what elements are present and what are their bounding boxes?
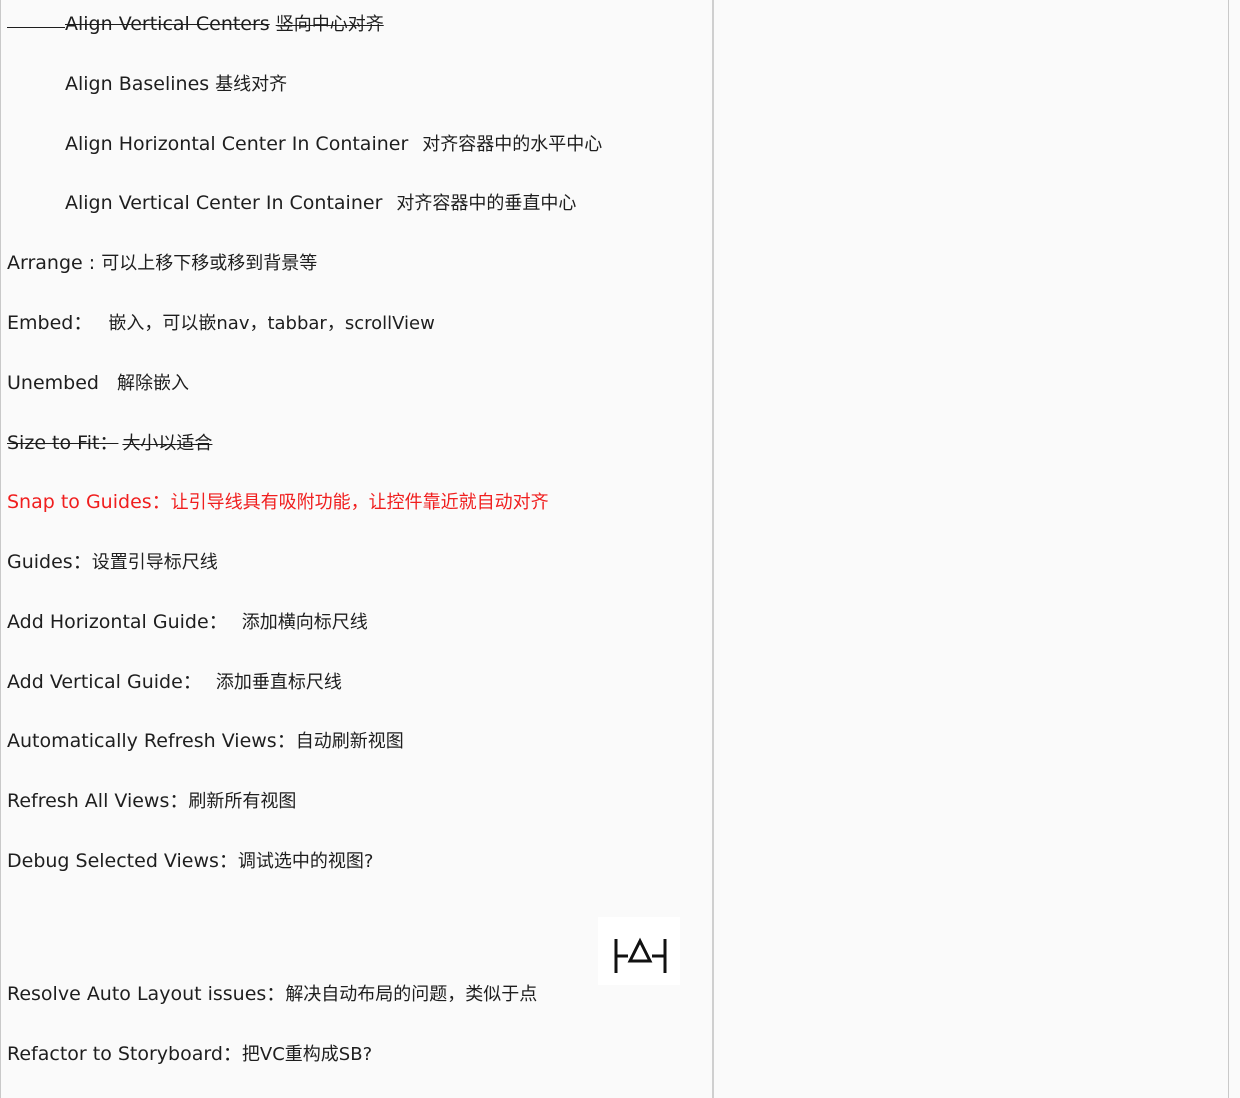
term-description: 基线对齐 [215,74,288,95]
menu-term: Debug Selected Views： [7,850,238,872]
note-line: Resolve Auto Layout issues：解决自动布局的问题，类似于… [7,981,537,1008]
note-line: Guides：设置引导标尺线 [7,549,218,576]
menu-term: Add Vertical Guide： [7,671,208,693]
column-divider [712,0,714,1098]
menu-term: Unembed [7,372,105,394]
term-description: 把VC重构成SB? [241,1044,373,1065]
term-description: 竖向中心对齐 [275,14,384,35]
menu-term: Align Vertical Centers [65,13,270,35]
menu-term: Embed： [7,312,99,334]
note-line: Add Horizontal Guide： 添加横向标尺线 [7,609,368,636]
resolve-auto-layout-issues-icon [598,917,680,985]
term-description: 刷新所有视图 [188,791,297,812]
term-description: 添加垂直标尺线 [215,672,342,693]
term-description: 可以上移下移或移到背景等 [101,253,318,274]
term-description: 让引导线具有吸附功能，让控件靠近就自动对齐 [170,492,549,513]
note-line: Unembed 解除嵌入 [7,370,189,397]
note-line-highlighted: Snap to Guides：让引导线具有吸附功能，让控件靠近就自动对齐 [7,489,549,516]
note-line: Align Vertical Centers 竖向中心对齐 [65,11,384,38]
note-line: Embed： 嵌入，可以嵌nav，tabbar，scrollView [7,310,435,337]
menu-term: Arrange : [7,252,102,274]
term-description: 调试选中的视图? [237,851,374,872]
menu-term: Align Vertical Center In Container [65,192,383,214]
menu-term: Snap to Guides： [7,491,171,513]
menu-term: Align Baselines [65,73,210,95]
note-line: Refresh All Views：刷新所有视图 [7,788,296,815]
document-page: Align Vertical Centers 竖向中心对齐 Align Basel… [0,0,1240,1098]
menu-term: Refactor to Storyboard： [7,1043,242,1065]
right-border [1228,0,1229,1098]
left-border [0,0,1,1098]
note-line: Size to Fit： 大小以适合 [7,430,212,457]
note-line: Align Baselines 基线对齐 [65,71,287,98]
note-line: Align Horizontal Center In Container 对齐容器… [65,131,602,158]
menu-term: Align Horizontal Center In Container [65,133,409,155]
note-line: Debug Selected Views：调试选中的视图? [7,848,373,875]
term-description: 对齐容器中的垂直中心 [396,193,577,214]
menu-term: Add Horizontal Guide： [7,611,234,633]
note-line: Arrange : 可以上移下移或移到背景等 [7,250,317,277]
term-description: 对齐容器中的水平中心 [422,134,603,155]
note-line: Automatically Refresh Views：自动刷新视图 [7,728,404,755]
menu-term: Resolve Auto Layout issues： [7,983,286,1005]
strike-lead-rule [7,27,65,28]
term-description: 添加横向标尺线 [241,612,368,633]
menu-term: Automatically Refresh Views： [7,730,296,752]
term-description: 解除嵌入 [117,373,189,394]
note-line: Refactor to Storyboard：把VC重构成SB? [7,1041,372,1068]
menu-term: Size to Fit： [7,432,119,454]
term-description: 大小以适合 [122,433,213,454]
term-description: 解决自动布局的问题，类似于点 [285,984,538,1005]
menu-term: Guides： [7,551,92,573]
note-line: Align Vertical Center In Container 对齐容器中的… [65,190,576,217]
menu-term: Refresh All Views： [7,790,189,812]
term-description: 自动刷新视图 [295,731,404,752]
note-line: Add Vertical Guide： 添加垂直标尺线 [7,669,342,696]
term-description: 设置引导标尺线 [91,552,218,573]
term-description: 嵌入，可以嵌nav，tabbar，scrollView [108,313,435,334]
